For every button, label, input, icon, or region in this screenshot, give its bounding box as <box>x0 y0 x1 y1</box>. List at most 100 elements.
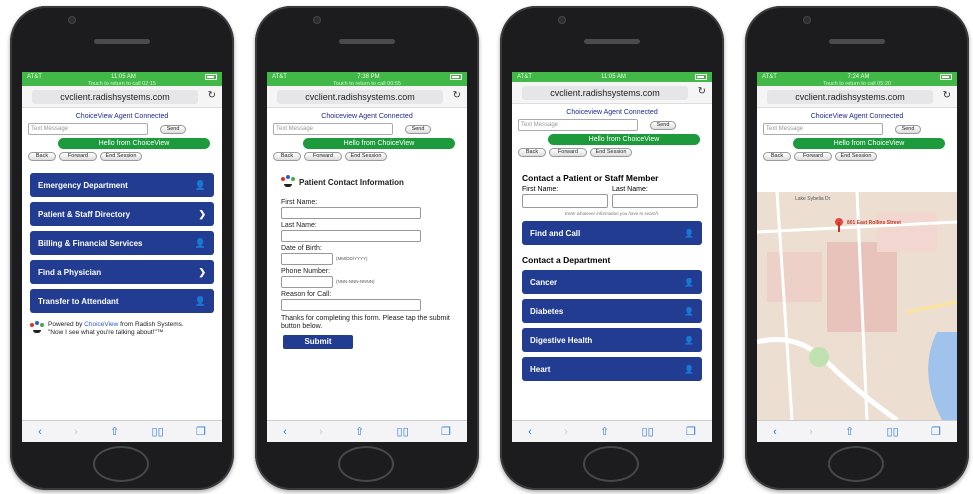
url-field[interactable]: cvclient.radishsystems.com <box>277 90 443 104</box>
back-button[interactable]: Back <box>28 152 56 161</box>
call-status-bar[interactable]: AT&T 11:05 AM <box>512 72 712 82</box>
menu-item-label: Emergency Department <box>38 180 128 190</box>
form-heading: Patient Contact Information <box>281 175 453 189</box>
phone-hint: (NNN-NNN-NNNN) <box>336 279 375 284</box>
send-button[interactable]: Send <box>405 124 431 134</box>
dept-cancer[interactable]: Cancer 👤 <box>522 270 702 294</box>
last-name-field[interactable] <box>281 230 421 242</box>
home-button[interactable] <box>583 446 639 482</box>
call-status-bar[interactable]: AT&T 11:05 AM Touch to return to call 02… <box>22 72 222 87</box>
bookmarks-icon[interactable]: ▯▯ <box>887 425 899 438</box>
send-button[interactable]: Send <box>160 124 186 134</box>
forward-arrow-icon[interactable]: › <box>74 426 78 438</box>
send-button[interactable]: Send <box>650 120 676 130</box>
end-session-button[interactable]: End Session <box>590 148 632 157</box>
search-hint: Enter whatever information you have to s… <box>564 211 660 216</box>
menu-item-physician[interactable]: Find a Physician ❯ <box>30 260 214 284</box>
share-icon[interactable]: ⇧ <box>600 425 609 438</box>
home-button[interactable] <box>828 446 884 482</box>
forward-arrow-icon[interactable]: › <box>809 426 813 438</box>
back-button[interactable]: Back <box>273 152 301 161</box>
agent-status: Choiceview Agent Connected <box>321 113 413 120</box>
powered-text-post: from Radish Systems. <box>118 321 184 328</box>
back-arrow-icon[interactable]: ‹ <box>528 426 532 438</box>
call-status-bar[interactable]: AT&T 7:24 AM Touch to return to call 05:… <box>757 72 957 87</box>
url-field[interactable]: cvclient.radishsystems.com <box>767 90 933 104</box>
send-button[interactable]: Send <box>895 124 921 134</box>
forward-arrow-icon[interactable]: › <box>564 426 568 438</box>
bookmarks-icon[interactable]: ▯▯ <box>397 425 409 438</box>
dob-field[interactable] <box>281 253 333 265</box>
bookmarks-icon[interactable]: ▯▯ <box>642 425 654 438</box>
forward-button[interactable]: Forward <box>59 152 97 161</box>
dob-label: Date of Birth: <box>281 245 322 252</box>
address-bar[interactable]: cvclient.radishsystems.com ↻ <box>512 82 712 104</box>
end-session-button[interactable]: End Session <box>345 152 387 161</box>
find-and-call-button[interactable]: Find and Call 👤 <box>522 221 702 245</box>
back-arrow-icon[interactable]: ‹ <box>283 426 287 438</box>
url-field[interactable]: cvclient.radishsystems.com <box>32 90 198 104</box>
reload-icon[interactable]: ↻ <box>698 86 706 97</box>
share-icon[interactable]: ⇧ <box>355 425 364 438</box>
person-icon: 👤 <box>684 364 694 374</box>
reload-icon[interactable]: ↻ <box>453 90 461 101</box>
end-session-button[interactable]: End Session <box>835 152 877 161</box>
menu-item-directory[interactable]: Patient & Staff Directory ❯ <box>30 202 214 226</box>
bookmarks-icon[interactable]: ▯▯ <box>152 425 164 438</box>
forward-button[interactable]: Forward <box>304 152 342 161</box>
forward-arrow-icon[interactable]: › <box>319 426 323 438</box>
reason-field[interactable] <box>281 299 421 311</box>
share-icon[interactable]: ⇧ <box>845 425 854 438</box>
phone-1: AT&T 11:05 AM Touch to return to call 02… <box>10 6 234 490</box>
first-name-field[interactable] <box>522 194 609 208</box>
end-session-button[interactable]: End Session <box>100 152 142 161</box>
tabs-icon[interactable]: ❐ <box>441 425 451 438</box>
screen: AT&T 7:38 PM Touch to return to call 00:… <box>267 72 467 442</box>
text-message-input[interactable]: Text Message <box>518 119 638 131</box>
choiceview-header: Choiceview Agent Connected Text Message … <box>512 104 712 157</box>
address-bar[interactable]: cvclient.radishsystems.com ↻ <box>757 86 957 108</box>
share-icon[interactable]: ⇧ <box>110 425 119 438</box>
dept-heart[interactable]: Heart 👤 <box>522 357 702 381</box>
forward-button[interactable]: Forward <box>549 148 587 157</box>
address-bar[interactable]: cvclient.radishsystems.com ↻ <box>267 86 467 108</box>
carrier: AT&T <box>517 74 532 80</box>
back-arrow-icon[interactable]: ‹ <box>38 426 42 438</box>
menu-item-emergency[interactable]: Emergency Department 👤 <box>30 173 214 197</box>
call-status-bar[interactable]: AT&T 7:38 PM Touch to return to call 00:… <box>267 72 467 87</box>
url-field[interactable]: cvclient.radishsystems.com <box>522 86 688 100</box>
last-name-field[interactable] <box>612 194 699 208</box>
battery-icon <box>204 74 217 80</box>
first-name-field[interactable] <box>281 207 421 219</box>
text-message-input[interactable]: Text Message <box>28 123 148 135</box>
back-button[interactable]: Back <box>518 148 546 157</box>
submit-button[interactable]: Submit <box>283 335 353 349</box>
powered-by: Powered by ChoiceView from Radish System… <box>30 321 214 337</box>
menu-item-billing[interactable]: Billing & Financial Services 👤 <box>30 231 214 255</box>
back-arrow-icon[interactable]: ‹ <box>773 426 777 438</box>
home-button[interactable] <box>338 446 394 482</box>
text-message-input[interactable]: Text Message <box>763 123 883 135</box>
text-message-input[interactable]: Text Message <box>273 123 393 135</box>
menu-item-attendant[interactable]: Transfer to Attendant 👤 <box>30 289 214 313</box>
address-bar[interactable]: cvclient.radishsystems.com ↻ <box>22 86 222 108</box>
campus-map[interactable]: 801 East Rollins Street Lake Sybelia Dr <box>757 192 957 420</box>
home-button[interactable] <box>93 446 149 482</box>
map-graphic[interactable] <box>757 192 957 420</box>
forward-button[interactable]: Forward <box>794 152 832 161</box>
dept-diabetes[interactable]: Diabetes 👤 <box>522 299 702 323</box>
first-name-label: First Name: <box>522 186 559 193</box>
phone-field[interactable] <box>281 276 333 288</box>
map-pin-label: 801 East Rollins Street <box>847 220 901 226</box>
choiceview-link[interactable]: ChoiceView <box>84 321 118 328</box>
street-label: Lake Sybelia Dr <box>795 196 831 202</box>
reload-icon[interactable]: ↻ <box>208 90 216 101</box>
tabs-icon[interactable]: ❐ <box>196 425 206 438</box>
tabs-icon[interactable]: ❐ <box>686 425 696 438</box>
tabs-icon[interactable]: ❐ <box>931 425 941 438</box>
dept-digestive-health[interactable]: Digestive Health 👤 <box>522 328 702 352</box>
back-button[interactable]: Back <box>763 152 791 161</box>
reload-icon[interactable]: ↻ <box>943 90 951 101</box>
dept-label: Diabetes <box>530 306 564 316</box>
carrier: AT&T <box>762 74 777 80</box>
